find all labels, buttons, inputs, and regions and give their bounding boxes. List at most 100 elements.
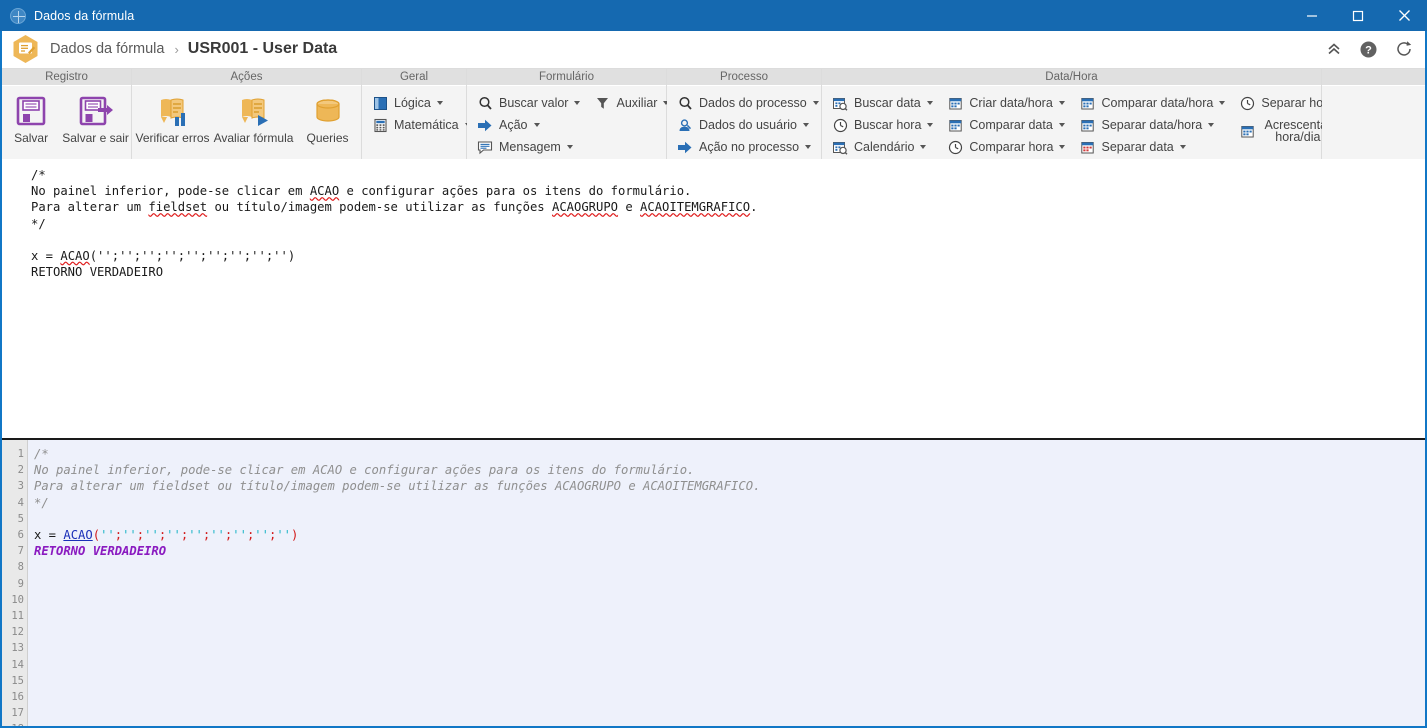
code-token: RETORNO VERDADEIRO [34, 544, 167, 559]
comparar-data-button[interactable]: Comparar data [943, 114, 1069, 136]
code-line: Para alterar um fieldset ou título/image… [31, 200, 758, 215]
chevron-down-icon[interactable] [1059, 145, 1066, 149]
chevron-down-icon[interactable] [1208, 123, 1215, 127]
check-errors-button[interactable]: Verificar erros [134, 88, 212, 159]
ribbon-group-empty [1322, 69, 1425, 159]
dados-do-usuario-button[interactable]: Dados do usuário [673, 114, 823, 136]
line-number: 3 [17, 480, 24, 493]
formula-code-plain[interactable]: /* No painel inferior, pode-se clicar em… [2, 159, 1425, 280]
minimize-button[interactable] [1289, 0, 1335, 31]
line-number: 13 [11, 642, 24, 655]
line-number: 10 [11, 593, 24, 606]
button-label: Avaliar fórmula [213, 131, 294, 145]
breadcrumb-root[interactable]: Dados da fórmula [50, 41, 164, 57]
button-label: Mensagem [499, 140, 561, 154]
chevron-down-icon[interactable] [1058, 123, 1065, 127]
ribbon-group-formulario: Formulário Buscar valor Ação Mensagem Au… [467, 69, 670, 159]
save-and-exit-button[interactable]: Salvar e sair [60, 88, 131, 159]
chevron-down-icon[interactable] [920, 145, 927, 149]
chevron-down-icon[interactable] [926, 101, 933, 105]
acao-no-processo-button[interactable]: Ação no processo [673, 136, 823, 158]
code-token: */ [34, 495, 49, 510]
magnifier-icon [675, 94, 695, 112]
refresh-icon[interactable] [1395, 40, 1413, 58]
chevron-down-icon[interactable] [927, 123, 934, 127]
globe-icon [10, 7, 26, 24]
buscar-valor-button[interactable]: Buscar valor [473, 92, 584, 114]
button-label: Criar data/hora [969, 96, 1053, 110]
line-number: 14 [11, 658, 24, 671]
misspelled-token: ACAOGRUPO [551, 200, 619, 215]
collapse-ribbon-icon[interactable] [1326, 41, 1342, 57]
button-label: Ação no processo [699, 140, 800, 154]
code-token: '' [144, 528, 159, 543]
code-token: '' [122, 528, 137, 543]
chevron-down-icon[interactable] [1179, 145, 1186, 149]
calendario-button[interactable]: Calendário [828, 136, 937, 158]
code-token: '' [232, 528, 247, 543]
save-floppy-icon [14, 92, 48, 130]
chevron-down-icon[interactable] [574, 101, 581, 105]
formula-editor-top[interactable]: /* No painel inferior, pode-se clicar em… [2, 159, 1425, 440]
comparar-hora-button[interactable]: Comparar hora [943, 136, 1069, 158]
help-icon[interactable]: ? [1360, 41, 1377, 58]
matematica-button[interactable]: Matemática [368, 114, 475, 136]
chevron-down-icon[interactable] [812, 101, 819, 105]
line-number: 7 [17, 545, 24, 558]
button-label: Comparar data/hora [1101, 96, 1214, 110]
code-line: x = ACAO('';'';'';'';'';'';'';'';'') [34, 527, 1425, 543]
comparar-data-hora-button[interactable]: Comparar data/hora [1075, 92, 1229, 114]
code-line: Para alterar um fieldset ou título/image… [34, 478, 1425, 494]
code-token: ; [114, 528, 123, 543]
line-number: 5 [17, 512, 24, 525]
calculator-icon [370, 116, 390, 134]
queries-button[interactable]: Queries [296, 88, 360, 159]
code-token: /* [34, 447, 49, 461]
calendar-icon [1077, 94, 1097, 112]
dados-do-processo-button[interactable]: Dados do processo [673, 92, 823, 114]
calendar-icon [945, 94, 965, 112]
chevron-down-icon[interactable] [1219, 101, 1226, 105]
button-label: Calendário [854, 140, 915, 154]
title-bar: Dados da fórmula [0, 0, 1427, 31]
maximize-button[interactable] [1335, 0, 1381, 31]
formula-code-highlighted[interactable]: /* No painel inferior, pode-se clicar em … [28, 440, 1425, 726]
acao-button[interactable]: Ação [473, 114, 584, 136]
save-button[interactable]: Salvar [2, 88, 60, 159]
chevron-down-icon[interactable] [436, 101, 443, 105]
evaluate-formula-button[interactable]: Avaliar fórmula [213, 88, 294, 159]
mensagem-button[interactable]: Mensagem [473, 136, 584, 158]
formula-editor-bottom[interactable]: 123456789101112131415161718 /*No painel … [2, 440, 1425, 726]
buscar-data-button[interactable]: Buscar data [828, 92, 937, 114]
chevron-down-icon[interactable] [1058, 101, 1065, 105]
clock-icon [1237, 94, 1257, 112]
calendar-icon [1077, 116, 1097, 134]
form-edit-hexagon-icon [12, 34, 39, 64]
button-label: Verificar erros [135, 131, 210, 145]
close-button[interactable] [1381, 0, 1427, 31]
logica-button[interactable]: Lógica [368, 92, 475, 114]
code-token: '' [254, 528, 269, 543]
buscar-hora-button[interactable]: Buscar hora [828, 114, 937, 136]
criar-data-hora-button[interactable]: Criar data/hora [943, 92, 1069, 114]
separar-data-hora-button[interactable]: Separar data/hora [1075, 114, 1229, 136]
clock-icon [945, 138, 965, 156]
button-label: Salvar [14, 131, 49, 145]
auxiliar-button[interactable]: Auxiliar [590, 92, 673, 114]
code-token: '' [210, 528, 225, 543]
chevron-down-icon[interactable] [802, 123, 809, 127]
separar-data-button[interactable]: Separar data [1075, 136, 1229, 158]
code-line: No painel inferior, pode-se clicar em AC… [34, 462, 1425, 478]
chevron-down-icon[interactable] [566, 145, 573, 149]
chevron-down-icon[interactable] [533, 123, 540, 127]
chevron-down-icon[interactable] [805, 145, 812, 149]
code-token: x = [34, 528, 64, 543]
button-label: Auxiliar [616, 96, 658, 110]
